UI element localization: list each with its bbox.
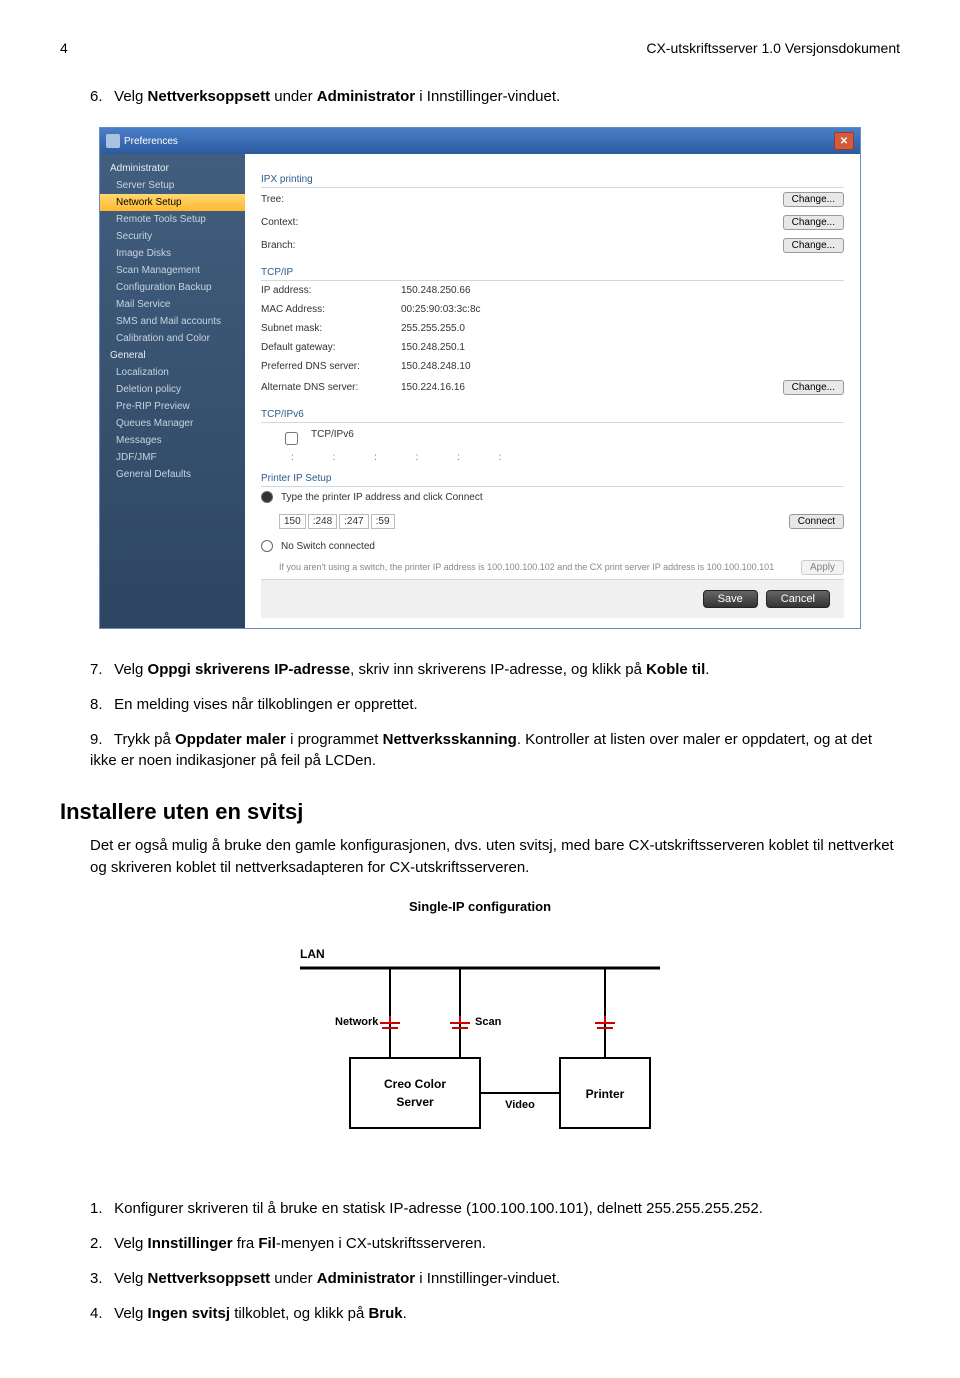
field-label: Branch: (261, 240, 401, 251)
ipv6-checkbox-row: TCP/IPv6 (261, 423, 844, 448)
field-value: 00:25:90:03:3c:8c (401, 304, 844, 315)
ipx-row: Branch: Change... (261, 234, 844, 257)
numbered-step: 8. En melding vises når tilkoblingen er … (90, 694, 900, 715)
radio-type-ip[interactable] (261, 491, 273, 503)
save-button[interactable]: Save (703, 590, 758, 608)
field-label: Context: (261, 217, 401, 228)
numbered-step: 4. Velg Ingen svitsj tilkoblet, og klikk… (90, 1303, 900, 1324)
field-value: 150.224.16.16 (401, 382, 592, 393)
sidebar-item[interactable]: Queues Manager (100, 415, 245, 432)
apply-button[interactable]: Apply (801, 560, 844, 575)
footer-buttons: Save Cancel (261, 579, 844, 618)
ip-octet-2[interactable]: :248 (308, 514, 337, 529)
radio-no-switch[interactable] (261, 540, 273, 552)
ipv6-fields: : : : : : : (261, 452, 844, 463)
field-value: 150.248.250.66 (401, 285, 844, 296)
sidebar-group-admin: Administrator (100, 160, 245, 177)
ipx-row: Context: Change... (261, 211, 844, 234)
doc-title: CX-utskriftsserver 1.0 Versjonsdokument (646, 40, 900, 56)
server-label-2: Server (396, 1095, 434, 1109)
change-button[interactable]: Change... (783, 192, 844, 207)
numbered-step: 7. Velg Oppgi skriverens IP-adresse, skr… (90, 659, 900, 680)
sidebar-item[interactable]: Server Setup (100, 177, 245, 194)
tcp-row: Alternate DNS server:150.224.16.16 Change… (261, 376, 844, 399)
tcp-row: Default gateway:150.248.250.1 (261, 338, 844, 357)
sidebar-item[interactable]: Deletion policy (100, 381, 245, 398)
field-value: 255.255.255.0 (401, 323, 844, 334)
sidebar-item[interactable]: Remote Tools Setup (100, 211, 245, 228)
printer-ip-inputs[interactable]: 150 :248 :247 :59 (279, 511, 395, 532)
tcp-row: Preferred DNS server:150.248.248.10 (261, 357, 844, 376)
field-label: MAC Address: (261, 304, 401, 315)
field-label: Subnet mask: (261, 323, 401, 334)
page-number: 4 (60, 40, 68, 56)
preferences-sidebar: Administrator Server SetupNetwork SetupR… (100, 154, 245, 628)
sidebar-group-general: General (100, 347, 245, 364)
preferences-main: IPX printing Tree: Change... Context: Chang… (245, 154, 860, 628)
field-value: 150.248.248.10 (401, 361, 844, 372)
sidebar-item[interactable]: SMS and Mail accounts (100, 313, 245, 330)
ip-octet-4[interactable]: :59 (371, 514, 395, 529)
section-printer-ip: Printer IP Setup (261, 469, 844, 487)
network-label: Network (335, 1016, 379, 1028)
field-label: IP address: (261, 285, 401, 296)
window-titlebar: Preferences ✕ (100, 128, 860, 154)
lan-label: LAN (300, 947, 325, 961)
sidebar-item[interactable]: Calibration and Color (100, 330, 245, 347)
tcp-row: IP address:150.248.250.66 (261, 281, 844, 300)
connect-button[interactable]: Connect (789, 514, 844, 529)
numbered-step: 2. Velg Innstillinger fra Fil-menyen i C… (90, 1233, 900, 1254)
scan-label: Scan (475, 1016, 502, 1028)
tcp-row: MAC Address:00:25:90:03:3c:8c (261, 300, 844, 319)
field-label: Preferred DNS server: (261, 361, 401, 372)
install-title: Installere uten en svitsj (60, 799, 900, 825)
numbered-step: 1. Konfigurer skriveren til å bruke en s… (90, 1198, 900, 1219)
numbered-step: 3. Velg Nettverksoppsett under Administr… (90, 1268, 900, 1289)
video-label: Video (505, 1099, 535, 1111)
single-ip-diagram: Single-IP configuration LAN Network Scan… (270, 899, 690, 1168)
field-label: Alternate DNS server: (261, 382, 401, 393)
page-header: 4 CX-utskriftsserver 1.0 Versjonsdokumen… (60, 40, 900, 56)
sidebar-item[interactable]: Scan Management (100, 262, 245, 279)
field-label: Tree: (261, 194, 401, 205)
printer-label: Printer (586, 1087, 625, 1101)
preferences-window: Preferences ✕ Administrator Server Setup… (99, 127, 861, 629)
window-icon (106, 134, 120, 148)
change-button[interactable]: Change... (783, 215, 844, 230)
field-value: 150.248.250.1 (401, 342, 844, 353)
close-icon[interactable]: ✕ (834, 132, 854, 150)
field-label: Default gateway: (261, 342, 401, 353)
ipx-row: Tree: Change... (261, 188, 844, 211)
sidebar-item[interactable]: General Defaults (100, 466, 245, 483)
sidebar-item[interactable]: Pre-RIP Preview (100, 398, 245, 415)
sidebar-item[interactable]: Localization (100, 364, 245, 381)
sidebar-item[interactable]: Messages (100, 432, 245, 449)
printer-ip-help: If you aren't using a switch, the printe… (279, 562, 774, 574)
sidebar-item[interactable]: Image Disks (100, 245, 245, 262)
sidebar-item[interactable]: Network Setup (100, 194, 245, 211)
sidebar-item[interactable]: Configuration Backup (100, 279, 245, 296)
diagram-title: Single-IP configuration (270, 899, 690, 914)
install-paragraph: Det er også mulig å bruke den gamle konf… (90, 835, 900, 879)
sidebar-item[interactable]: Mail Service (100, 296, 245, 313)
section-tcpipv6: TCP/IPv6 (261, 405, 844, 423)
window-title: Preferences (124, 136, 178, 147)
ipv6-label: TCP/IPv6 (311, 429, 354, 448)
numbered-step: 9. Trykk på Oppdater maler i programmet … (90, 729, 900, 771)
radio-type-ip-label: Type the printer IP address and click Co… (281, 492, 483, 503)
sidebar-item[interactable]: JDF/JMF (100, 449, 245, 466)
section-ipx: IPX printing (261, 170, 844, 188)
ip-octet-1[interactable]: 150 (279, 514, 306, 529)
section-tcpip: TCP/IP (261, 263, 844, 281)
tcp-row: Subnet mask:255.255.255.0 (261, 319, 844, 338)
sidebar-item[interactable]: Security (100, 228, 245, 245)
numbered-step: 6. Velg Nettverksoppsett under Administr… (90, 86, 900, 107)
ip-octet-3[interactable]: :247 (339, 514, 368, 529)
server-label-1: Creo Color (384, 1077, 446, 1091)
radio-no-switch-label: No Switch connected (281, 541, 375, 552)
ipv6-checkbox[interactable] (285, 432, 298, 445)
change-button[interactable]: Change... (783, 380, 844, 395)
cancel-button[interactable]: Cancel (766, 590, 830, 608)
change-button[interactable]: Change... (783, 238, 844, 253)
